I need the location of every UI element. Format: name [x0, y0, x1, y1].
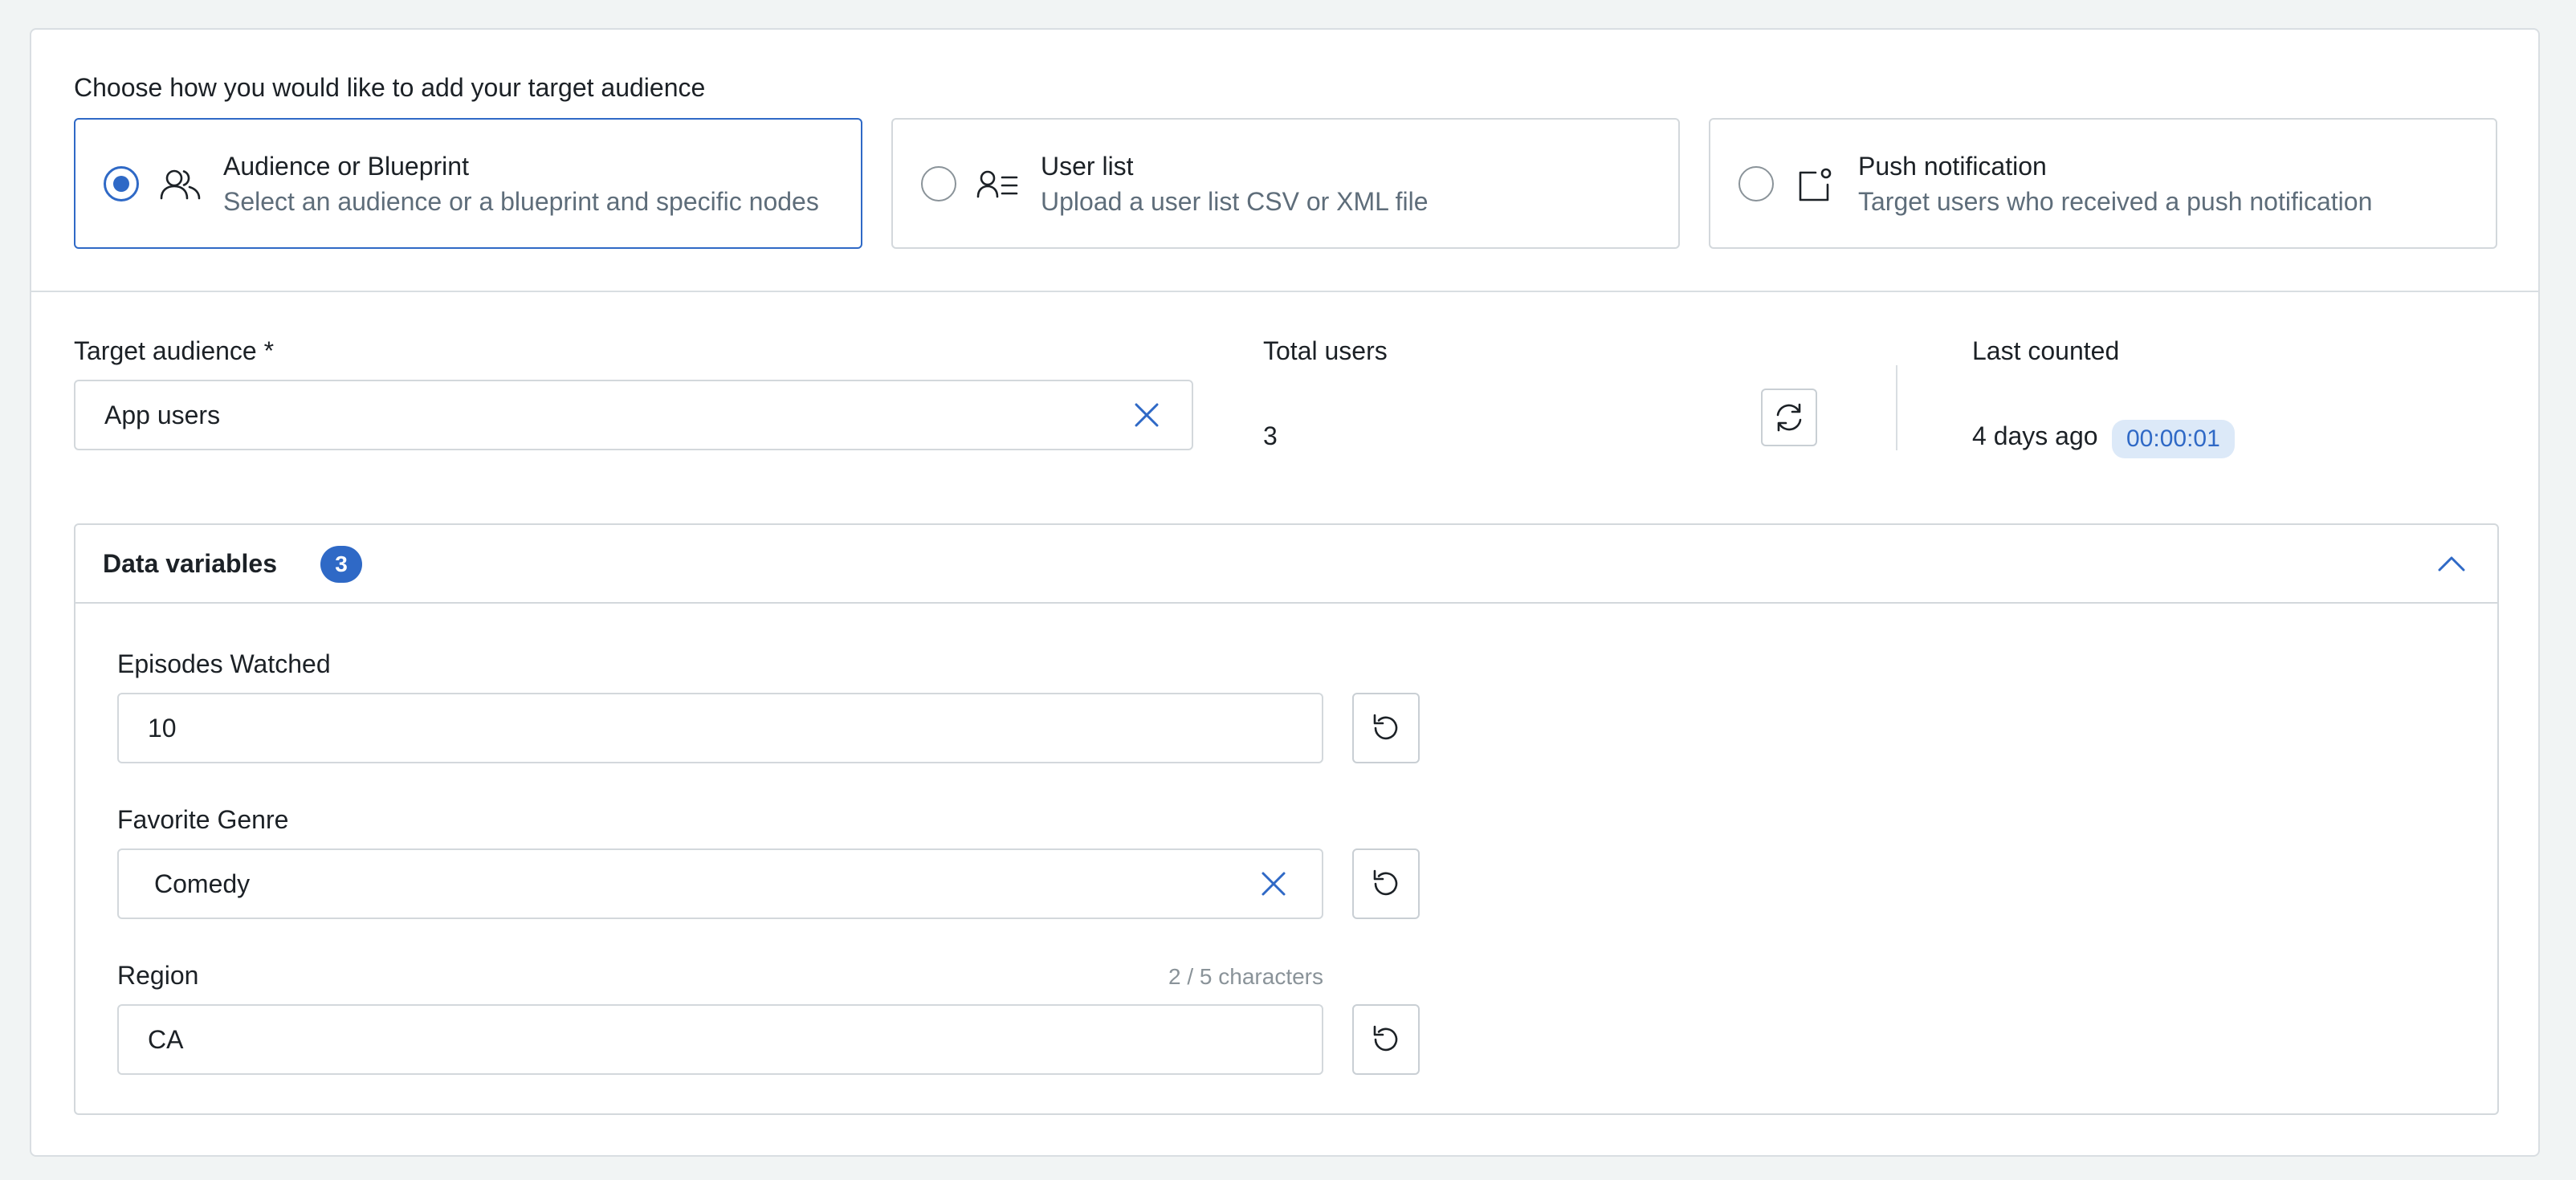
target-audience-select[interactable]: App users [74, 380, 1193, 450]
reset-episodes-watched-button[interactable] [1352, 693, 1420, 763]
radio-user-list[interactable] [921, 166, 956, 201]
vertical-separator [1896, 365, 1897, 450]
data-variables-panel: Data variables 3 Episodes Watched 10 Fav… [74, 523, 2499, 1115]
option-title: Audience or Blueprint [223, 152, 469, 181]
refresh-icon [1776, 403, 1802, 432]
option-title: User list [1041, 152, 1134, 181]
episodes-watched-input[interactable]: 10 [117, 693, 1323, 763]
total-users-value: 3 [1263, 421, 1278, 450]
target-audience-label: Target audience * [74, 336, 275, 365]
data-variables-count-badge: 3 [320, 546, 362, 583]
radio-push-notification[interactable] [1738, 166, 1774, 201]
radio-audience-blueprint[interactable] [104, 166, 139, 201]
reset-icon [1373, 1025, 1398, 1052]
option-description: Upload a user list CSV or XML file [1041, 187, 1429, 216]
option-push-notification[interactable]: Push notification Target users who recei… [1709, 118, 2497, 249]
audience-method-title: Choose how you would like to add your ta… [74, 73, 706, 102]
region-input[interactable]: CA [117, 1004, 1323, 1075]
favorite-genre-select[interactable]: Comedy [117, 848, 1323, 919]
total-users-label: Total users [1263, 336, 1388, 365]
episodes-watched-label: Episodes Watched [117, 649, 331, 678]
user-list-icon [976, 170, 1018, 198]
option-audience-blueprint[interactable]: Audience or Blueprint Select an audience… [74, 118, 862, 249]
reset-region-button[interactable] [1352, 1004, 1420, 1075]
favorite-genre-label: Favorite Genre [117, 805, 289, 834]
last-counted-value: 4 days ago [1972, 421, 2098, 450]
favorite-genre-value: Comedy [154, 869, 251, 898]
target-audience-value: App users [104, 401, 221, 429]
reset-icon [1373, 869, 1398, 896]
group-icon [160, 169, 201, 200]
last-counted-label: Last counted [1972, 336, 2120, 365]
clear-icon[interactable] [1259, 869, 1288, 898]
push-notification-icon [1799, 168, 1832, 201]
option-description: Target users who received a push notific… [1858, 187, 2373, 216]
data-variables-header[interactable]: Data variables 3 [75, 525, 2497, 604]
data-variables-title: Data variables [103, 549, 278, 578]
option-description: Select an audience or a blueprint and sp… [223, 187, 819, 216]
region-label: Region [117, 961, 199, 990]
option-user-list[interactable]: User list Upload a user list CSV or XML … [891, 118, 1680, 249]
section-divider [31, 291, 2538, 292]
audience-card: Choose how you would like to add your ta… [30, 28, 2540, 1157]
reset-favorite-genre-button[interactable] [1352, 848, 1420, 919]
clear-icon[interactable] [1132, 401, 1161, 429]
chevron-up-icon[interactable] [2436, 551, 2467, 575]
region-value: CA [148, 1025, 184, 1054]
region-char-count: 2 / 5 characters [1168, 964, 1323, 989]
option-title: Push notification [1858, 152, 2047, 181]
count-duration-badge: 00:00:01 [2112, 420, 2235, 458]
episodes-watched-value: 10 [148, 714, 177, 743]
refresh-count-button[interactable] [1761, 389, 1817, 446]
reset-icon [1373, 714, 1398, 740]
